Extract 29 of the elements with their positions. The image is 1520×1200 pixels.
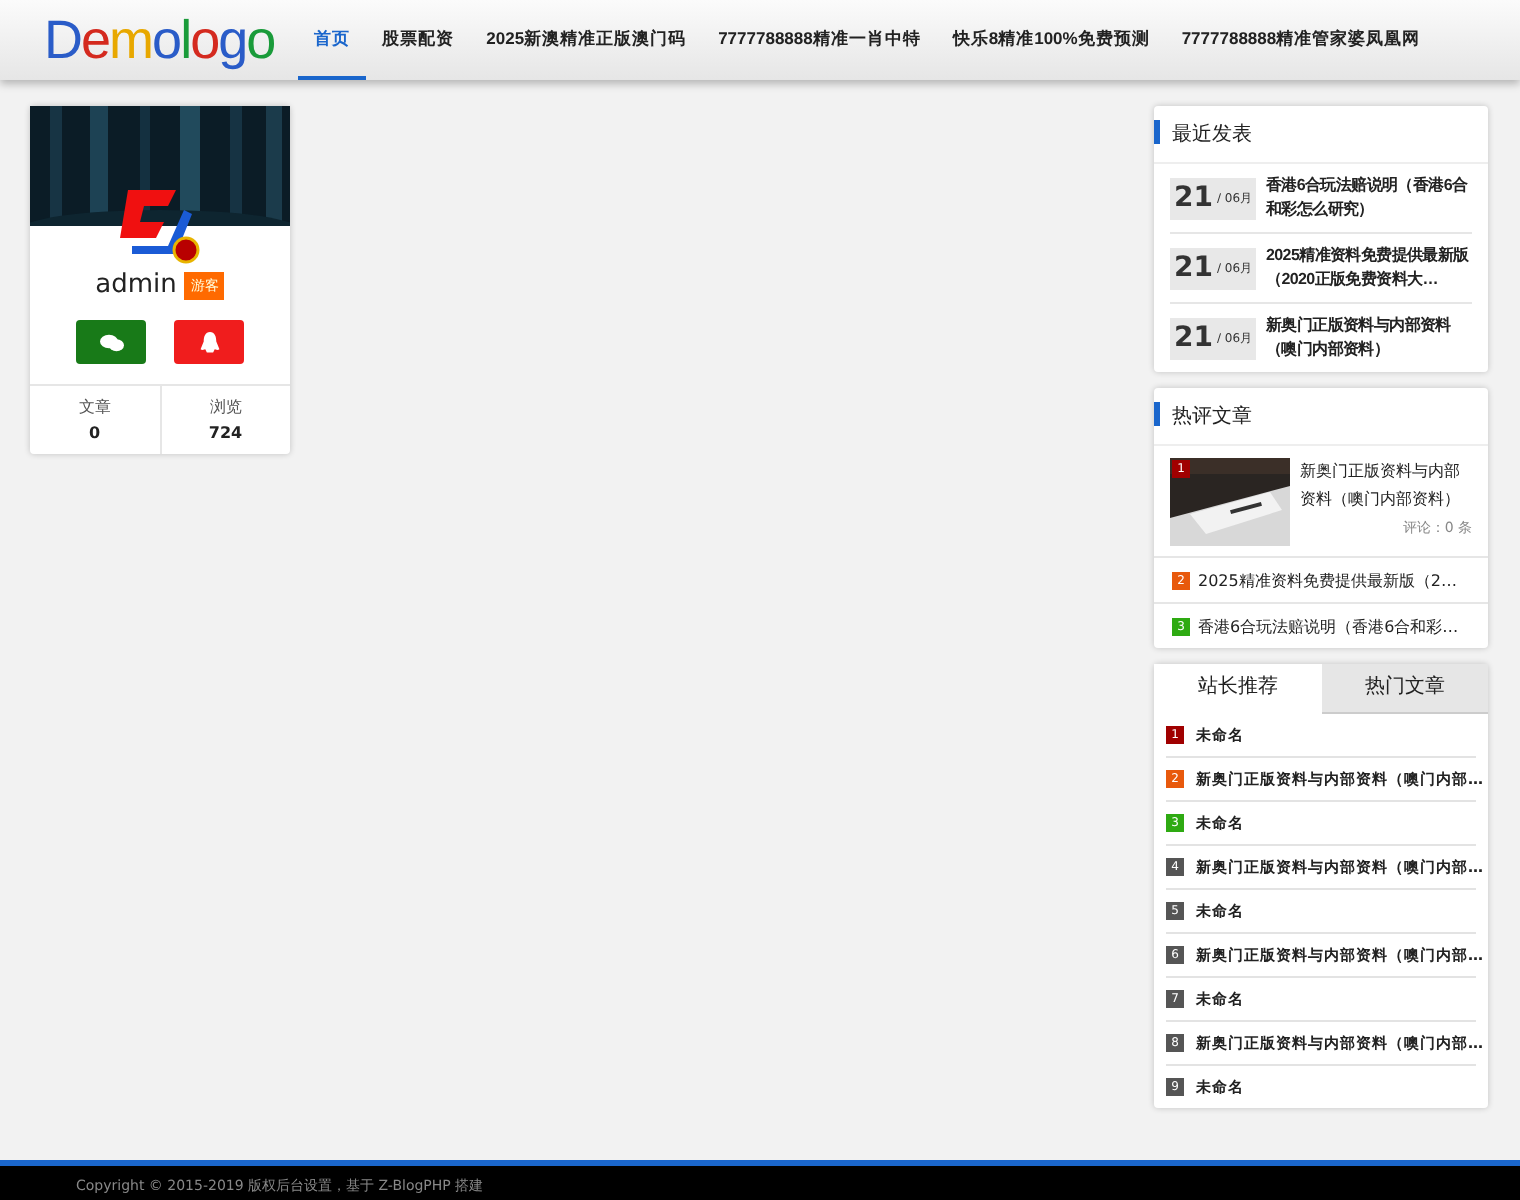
stat-value: 0 [86,424,103,442]
date-day: 21 [1173,182,1213,214]
tab[interactable]: 热门文章 [1321,664,1488,714]
nav-link[interactable]: 7777788888精准管家婆凤凰网 [1165,0,1437,80]
chat-icon [99,331,123,353]
stat-label: 浏览 [207,396,244,418]
nav-link[interactable]: 7777788888精准一肖中特 [702,0,937,80]
nav-link[interactable]: 2025新澳精准正版澳门码 [470,0,703,80]
post-link[interactable]: 2025精准资料免费提供最新版（2020正版免费资料大… [1266,244,1472,292]
qq-button[interactable] [174,320,244,364]
section-title: 热评文章 [1154,388,1488,446]
post-link[interactable]: 新奥门正版资料与内部资料（噢门内部资料） [1266,314,1472,362]
logo[interactable]: Demologo [44,8,275,72]
stat-value: 724 [206,424,245,442]
section-title: 最近发表 [1154,106,1488,164]
date-day: 21 [1173,252,1213,284]
post-link[interactable]: 香港6合玩法赔说明（香港6合和彩怎么研究） [1266,174,1472,222]
post-link[interactable]: 2025精准资料免费提供最新版（2… [1198,569,1457,591]
post-link[interactable]: 新奥门正版资料与内部资料（噢门内部资料） [1300,458,1472,514]
penguin-icon [197,331,221,353]
post-link[interactable]: 香港6合玩法赔说明（香港6合和彩… [1198,615,1459,637]
tab[interactable]: 站长推荐 [1154,664,1321,714]
wechat-button[interactable] [76,320,146,364]
username: admin [95,270,177,300]
nav-link[interactable]: 首页 [298,0,367,80]
nav-link[interactable]: 快乐8精准100%免费预测 [936,0,1166,80]
date-day: 21 [1173,322,1213,354]
nav-link[interactable]: 股票配资 [366,0,471,80]
stat-label: 文章 [76,396,113,418]
